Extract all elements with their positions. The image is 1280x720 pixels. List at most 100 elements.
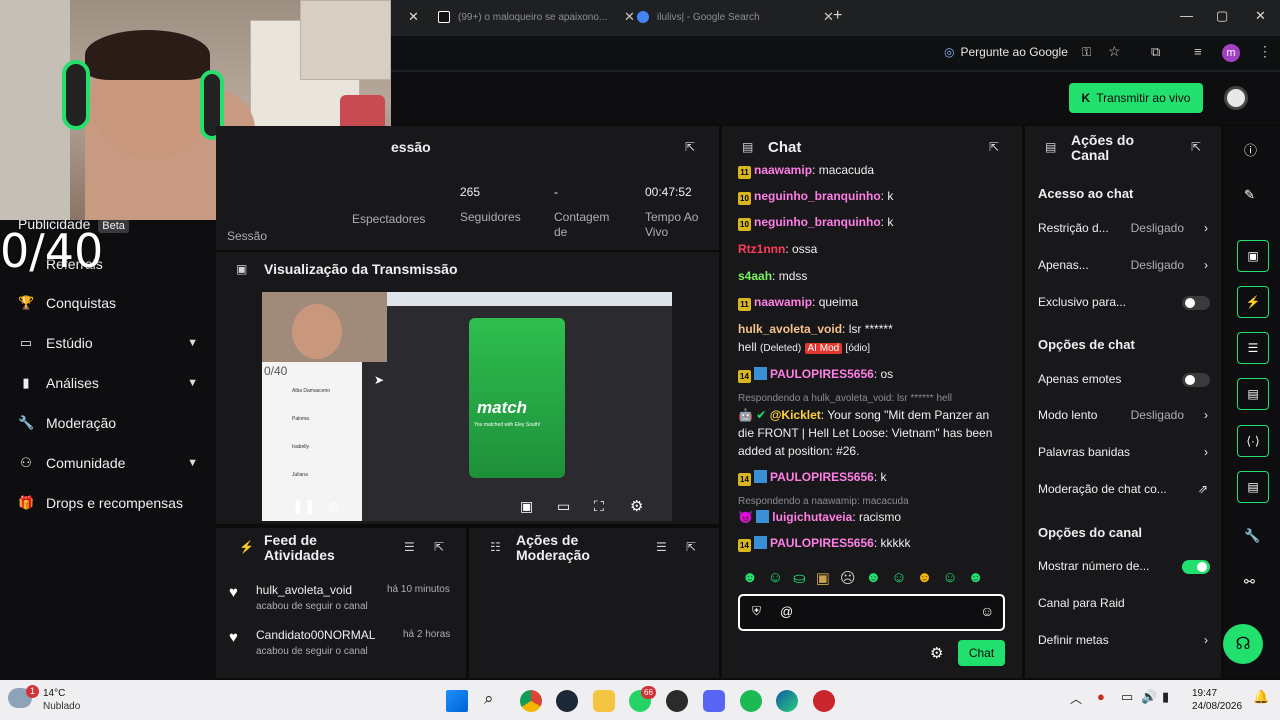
media-icon[interactable]: ≡: [1194, 44, 1202, 59]
bookmark-star-icon[interactable]: ☆: [1108, 43, 1121, 60]
emote-icon[interactable]: ⛀: [793, 569, 806, 587]
chat-username[interactable]: Rtz1nnn: [738, 242, 785, 256]
address-bar-area[interactable]: [391, 36, 1280, 70]
goals-setting[interactable]: Definir metas ›: [1038, 633, 1210, 649]
chat-input[interactable]: ⛨ @ ☺: [738, 594, 1005, 631]
windows-start-icon[interactable]: [446, 690, 468, 712]
close-tab-icon[interactable]: ✕: [408, 9, 419, 25]
chrome-icon[interactable]: [520, 690, 542, 712]
chat-username[interactable]: naawamip: [754, 295, 812, 309]
network-icon[interactable]: ▭: [1121, 689, 1133, 705]
rail-button-code[interactable]: ⟨·⟩: [1237, 425, 1269, 457]
menu-dots-icon[interactable]: ⋮: [1258, 43, 1272, 60]
rail-button-actions[interactable]: ▤: [1237, 471, 1269, 503]
emote-icon[interactable]: ☻: [917, 569, 933, 587]
show-count-toggle[interactable]: [1182, 560, 1210, 574]
chat-username[interactable]: PAULOPIRES5656: [770, 367, 874, 381]
fullscreen-icon[interactable]: ⛶: [594, 498, 604, 515]
chat-username[interactable]: s4aah: [738, 269, 772, 283]
chat-username[interactable]: neguinho_branquinho: [754, 215, 881, 229]
microphone-icon[interactable]: ●: [1097, 689, 1105, 704]
popout-icon[interactable]: ⇱: [1191, 140, 1201, 154]
app-icon[interactable]: [813, 690, 835, 712]
word-icon[interactable]: [666, 690, 688, 712]
chat-settings-gear-icon[interactable]: ⚙: [930, 644, 943, 662]
chat-username[interactable]: PAULOPIRES5656: [770, 470, 874, 484]
sidebar-item-analises[interactable]: ▮ Análises ▼: [18, 372, 198, 394]
chat-moderation-setting[interactable]: Moderação de chat co... ⇗: [1038, 482, 1210, 498]
tray-chevron-icon[interactable]: ︿: [1070, 690, 1082, 707]
edge-icon[interactable]: [776, 690, 798, 712]
emote-icon[interactable]: ☻: [866, 569, 882, 587]
pause-icon[interactable]: ❚❚: [292, 498, 315, 515]
theater-icon[interactable]: ▭: [557, 498, 570, 515]
popout-icon[interactable]: ⇱: [686, 540, 696, 554]
edit-pencil-icon[interactable]: ✎: [1244, 187, 1255, 203]
support-headset-button[interactable]: ☊: [1223, 624, 1263, 664]
go-live-button[interactable]: K Transmitir ao vivo: [1069, 83, 1203, 113]
chat-username[interactable]: neguinho_branquinho: [754, 189, 881, 203]
chat-username[interactable]: PAULOPIRES5656: [770, 536, 874, 550]
steam-icon[interactable]: [556, 690, 578, 712]
sidebar-item-estudio[interactable]: ▭ Estúdio ▼: [18, 332, 198, 354]
search-icon[interactable]: ⌕: [484, 689, 494, 709]
new-tab-icon[interactable]: +: [833, 7, 842, 25]
emote-icon[interactable]: ☹: [840, 569, 856, 587]
chat-username[interactable]: @Kicklet: [770, 408, 821, 422]
volume-icon[interactable]: 🔊: [1141, 689, 1157, 705]
profile-avatar[interactable]: m: [1222, 44, 1240, 62]
only-setting[interactable]: Apenas... Desligado ›: [1038, 258, 1210, 274]
connections-icon[interactable]: ⚯: [1244, 574, 1255, 590]
mute-icon[interactable]: ⊘: [328, 498, 340, 515]
extensions-icon[interactable]: ⧉: [1151, 44, 1160, 60]
minimize-icon[interactable]: —: [1180, 8, 1193, 23]
raid-channel-setting[interactable]: Canal para Raid: [1038, 596, 1210, 612]
filter-icon[interactable]: ☰: [656, 540, 667, 554]
banned-words-setting[interactable]: Palavras banidas ›: [1038, 445, 1210, 461]
emote-icon[interactable]: ☺: [768, 569, 783, 587]
popout-icon[interactable]: ⇱: [989, 140, 999, 154]
slow-mode-setting[interactable]: Modo lento Desligado ›: [1038, 408, 1210, 424]
emote-icon[interactable]: ☺: [942, 569, 957, 587]
rail-button-preview[interactable]: ▣: [1237, 240, 1269, 272]
spotify-icon[interactable]: [740, 690, 762, 712]
emote-icon[interactable]: ▣: [816, 569, 830, 587]
sidebar-item-conquistas[interactable]: 🏆 Conquistas: [18, 292, 198, 314]
sidebar-item-comunidade[interactable]: ⚇ Comunidade ▼: [18, 452, 198, 474]
user-avatar[interactable]: [1224, 86, 1248, 110]
chat-send-button[interactable]: Chat: [958, 640, 1005, 666]
chat-username[interactable]: luigichutaveia: [772, 510, 852, 524]
feed-item-user[interactable]: hulk_avoleta_void: [256, 583, 352, 597]
rail-button-list[interactable]: ☰: [1237, 332, 1269, 364]
emote-icon[interactable]: ☻: [742, 569, 758, 587]
settings-gear-icon[interactable]: ⚙: [630, 497, 643, 515]
popout-icon[interactable]: ⇱: [685, 140, 695, 154]
wrench-icon[interactable]: 🔧: [1244, 528, 1260, 544]
filter-icon[interactable]: ☰: [404, 540, 415, 554]
tab-tiktok[interactable]: (99+) o maloqueiro se apaixono... ✕: [438, 6, 635, 28]
close-window-icon[interactable]: ✕: [1255, 8, 1266, 24]
close-tab-icon[interactable]: ✕: [624, 9, 635, 25]
shield-icon[interactable]: ⛨: [752, 604, 761, 619]
feed-item-user[interactable]: Candidato00NORMAL: [256, 628, 375, 642]
rail-button-activity[interactable]: ⚡: [1237, 286, 1269, 318]
password-key-icon[interactable]: ⚿: [1082, 45, 1091, 60]
stream-preview-video[interactable]: 0/40 Alba Damasceno Paloma Isabelly Juli…: [262, 292, 672, 521]
notification-bell-icon[interactable]: 🔔: [1253, 689, 1269, 705]
sidebar-item-moderacao[interactable]: 🔧 Moderação: [18, 412, 198, 434]
exclusive-toggle[interactable]: [1182, 296, 1210, 310]
restriction-setting[interactable]: Restrição d... Desligado ›: [1038, 221, 1210, 237]
sidebar-item-drops[interactable]: 🎁 Drops e recompensas: [18, 492, 213, 514]
tab-google[interactable]: ilulivs| - Google Search ✕: [637, 6, 834, 28]
emote-icon[interactable]: ☺: [891, 569, 906, 587]
rail-button-chat[interactable]: ▤: [1237, 378, 1269, 410]
ask-google-button[interactable]: ◎ Pergunte ao Google: [944, 45, 1068, 59]
pip-icon[interactable]: ▣: [520, 498, 533, 515]
maximize-icon[interactable]: ▢: [1216, 8, 1228, 24]
emotes-only-toggle[interactable]: [1182, 373, 1210, 387]
file-explorer-icon[interactable]: [593, 690, 615, 712]
discord-icon[interactable]: [703, 690, 725, 712]
battery-icon[interactable]: ▮: [1162, 689, 1169, 705]
popout-icon[interactable]: ⇱: [434, 540, 444, 554]
info-icon[interactable]: ⓘ: [1244, 140, 1257, 159]
